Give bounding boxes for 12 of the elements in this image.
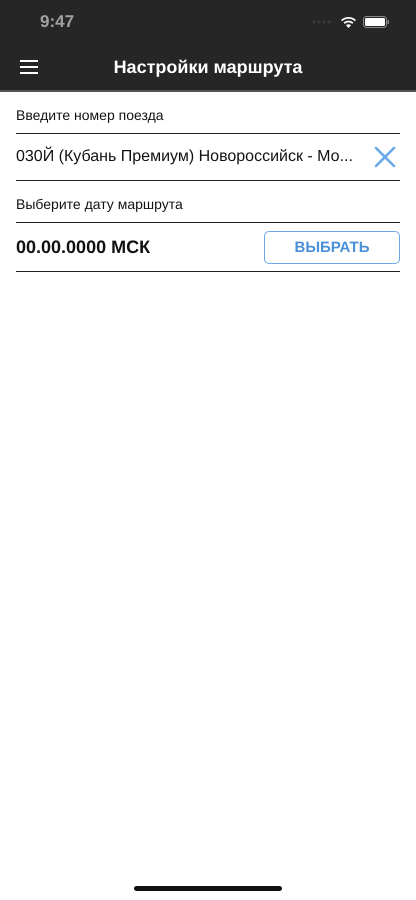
train-field[interactable]: 030Й (Кубань Премиум) Новороссийск - Мо... — [16, 134, 400, 181]
status-time: 9:47 — [40, 12, 74, 32]
date-value: 00.00.0000 МСК — [16, 236, 150, 258]
menu-button[interactable] — [20, 60, 38, 74]
wifi-icon — [340, 16, 357, 28]
field-label: Выберите дату маршрута — [16, 181, 400, 223]
battery-icon — [363, 16, 390, 28]
field-label: Введите номер поезда — [16, 92, 400, 134]
close-icon — [374, 146, 396, 168]
menu-icon — [20, 60, 38, 74]
train-value: 030Й (Кубань Премиум) Новороссийск - Мо... — [16, 148, 353, 166]
screen-title: Настройки маршрута — [114, 56, 302, 78]
